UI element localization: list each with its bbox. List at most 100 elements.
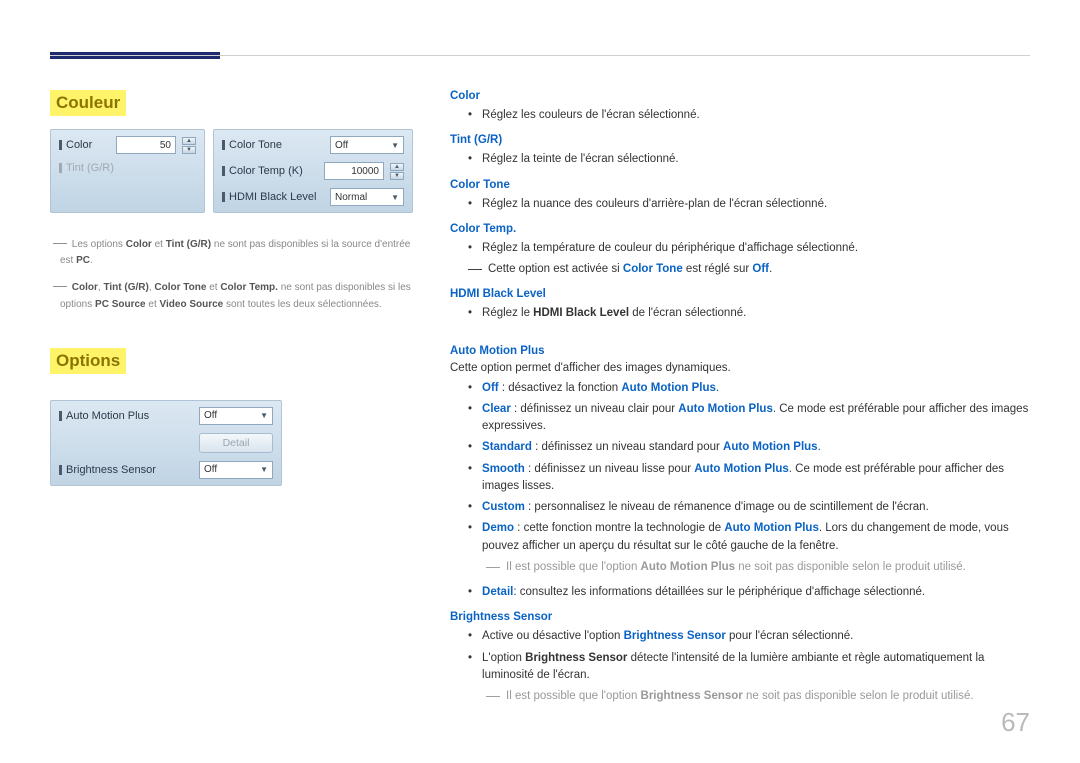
fn-bold: Color Temp. xyxy=(220,282,278,293)
brightness-select[interactable]: Off▼ xyxy=(199,461,273,479)
bullet-text: Detail: consultez les informations détai… xyxy=(482,584,925,601)
step-up-icon[interactable]: ▲ xyxy=(182,137,196,145)
fn-bold: PC xyxy=(76,255,90,266)
bullet-text: Clear : définissez un niveau clair pour … xyxy=(482,401,1030,436)
bullet-icon xyxy=(59,163,62,173)
header-rule xyxy=(50,55,1030,56)
bullet-item: •L'option Brightness Sensor détecte l'in… xyxy=(468,650,1030,685)
colortemp-block: Color Temp. • Réglez la température de co… xyxy=(450,223,1030,279)
chevron-down-icon: ▼ xyxy=(391,141,399,150)
bullet-text: Demo : cette fonction montre la technolo… xyxy=(482,520,1030,555)
bullet-icon xyxy=(59,140,62,150)
bullet-item: • Demo : cette fonction montre la technol… xyxy=(468,520,1030,555)
footnote1: ― Les options Color et Tint (G/R) ne son… xyxy=(50,231,420,269)
color-input[interactable]: 50 xyxy=(116,136,176,154)
bullet-icon: • xyxy=(468,151,472,168)
couleur-panel1: Color 50 ▲ ▼ Tint (G/R) xyxy=(50,129,205,213)
bullet-icon: • xyxy=(468,240,472,257)
colortone-row: Color Tone Off▼ xyxy=(216,132,410,158)
bullet-text: Active ou désactive l'option Brightness … xyxy=(482,628,853,645)
footnote2: ― Color, Tint (G/R), Color Tone et Color… xyxy=(50,274,420,312)
bullet-text: Réglez la teinte de l'écran sélectionné. xyxy=(482,151,679,168)
hdmiblack-row: HDMI Black Level Normal▼ xyxy=(216,184,410,210)
dash-icon: ― xyxy=(486,559,500,576)
fn-bold: Color Tone xyxy=(154,282,206,293)
bullet-icon: • xyxy=(468,584,472,601)
automotion-row: Auto Motion Plus Off▼ xyxy=(53,403,279,429)
automotion-select[interactable]: Off▼ xyxy=(199,407,273,425)
colortemp-stepper: ▲ ▼ xyxy=(390,163,404,180)
bullet-text: Réglez les couleurs de l'écran sélection… xyxy=(482,107,700,124)
term: Color Temp. xyxy=(450,223,1030,235)
term: HDMI Black Level xyxy=(450,288,1030,300)
detail-row: Detail xyxy=(53,429,279,457)
bullet-icon xyxy=(222,166,225,176)
bullet-icon: • xyxy=(468,107,472,124)
bullet-icon: • xyxy=(468,196,472,213)
bullet-item: • Réglez les couleurs de l'écran sélectio… xyxy=(468,107,1030,124)
intro-line: Cette option permet d'afficher des image… xyxy=(450,362,1030,374)
couleur-heading: Couleur xyxy=(50,90,126,116)
brightness-row: Brightness Sensor Off▼ xyxy=(53,457,279,483)
bullet-text: Smooth : définissez un niveau lisse pour… xyxy=(482,461,1030,496)
step-down-icon[interactable]: ▼ xyxy=(390,172,404,180)
bullet-item: •Smooth : définissez un niveau lisse pou… xyxy=(468,461,1030,496)
colortemp-value: 10000 xyxy=(351,166,379,177)
hdmiblack-select[interactable]: Normal▼ xyxy=(330,188,404,206)
bullet-item: •Active ou désactive l'option Brightness… xyxy=(468,628,1030,645)
fn-text: et xyxy=(206,282,220,293)
bullet-icon: • xyxy=(468,650,472,685)
bullet-icon xyxy=(222,192,225,202)
dash-icon: ― xyxy=(486,688,500,705)
chevron-down-icon: ▼ xyxy=(391,193,399,202)
colortemp-row: Color Temp (K) 10000 ▲ ▼ xyxy=(216,158,410,184)
automotion-block: Auto Motion Plus Cette option permet d'a… xyxy=(450,345,1030,602)
bullet-icon: • xyxy=(468,520,472,555)
bullet-item: •Off : désactivez la fonction Auto Motio… xyxy=(468,380,1030,397)
label-text: Color xyxy=(66,139,92,151)
couleur-widget-area: Color 50 ▲ ▼ Tint (G/R) Color Tone Off▼ xyxy=(50,129,420,213)
select-value: Off xyxy=(204,464,217,475)
bullet-icon: • xyxy=(468,305,472,322)
options-section: Options Auto Motion Plus Off▼ Detail Bri… xyxy=(50,348,420,486)
bullet-text: Réglez le HDMI Black Level de l'écran sé… xyxy=(482,305,746,322)
label-text: Color Temp (K) xyxy=(229,165,303,177)
colortone-label: Color Tone xyxy=(222,139,324,151)
bullet-item: • Réglez la température de couleur du pér… xyxy=(468,240,1030,257)
colortemp-label: Color Temp (K) xyxy=(222,165,318,177)
colortone-select[interactable]: Off▼ xyxy=(330,136,404,154)
detail-button[interactable]: Detail xyxy=(199,433,273,453)
automotion-label: Auto Motion Plus xyxy=(59,410,193,422)
bullet-item: •Clear : définissez un niveau clair pour… xyxy=(468,401,1030,436)
fn-bold: Tint (G/R) xyxy=(103,282,148,293)
fn-text: et xyxy=(146,299,160,310)
label-text: Tint (G/R) xyxy=(66,162,114,174)
color-stepper: ▲ ▼ xyxy=(182,137,196,154)
bullet-item: •Réglez la nuance des couleurs d'arrière… xyxy=(468,196,1030,213)
label-text: Color Tone xyxy=(229,139,282,151)
step-up-icon[interactable]: ▲ xyxy=(390,163,404,171)
left-column: Couleur Color 50 ▲ ▼ Tint (G/R) xyxy=(50,90,420,715)
label-text: Brightness Sensor xyxy=(66,464,156,476)
dash-icon: ― xyxy=(468,261,482,278)
sub-note: ―Cette option est activée si Color Tone … xyxy=(468,261,1030,278)
hdmi-block: HDMI Black Level • Réglez le HDMI Black L… xyxy=(450,288,1030,322)
chevron-down-icon: ▼ xyxy=(260,411,268,420)
bullet-icon: • xyxy=(468,499,472,516)
fn-bold: PC Source xyxy=(95,299,146,310)
term: Color xyxy=(450,90,1030,102)
fn-text: sont toutes les deux sélectionnées. xyxy=(223,299,381,310)
label-text: HDMI Black Level xyxy=(229,191,316,203)
step-down-icon[interactable]: ▼ xyxy=(182,146,196,154)
sub-note: ―Il est possible que l'option Brightness… xyxy=(486,688,1030,705)
tint-block: Tint (G/R) •Réglez la teinte de l'écran … xyxy=(450,134,1030,168)
hdmiblack-label: HDMI Black Level xyxy=(222,191,324,203)
color-value: 50 xyxy=(160,140,171,151)
bullet-text: Réglez la température de couleur du péri… xyxy=(482,240,858,257)
dash-icon: ― xyxy=(53,277,67,293)
colortemp-input[interactable]: 10000 xyxy=(324,162,384,180)
fn-text: . xyxy=(90,255,93,266)
brightness-label: Brightness Sensor xyxy=(59,464,193,476)
note-text: Il est possible que l'option Auto Motion… xyxy=(506,559,966,576)
label-text: Auto Motion Plus xyxy=(66,410,149,422)
